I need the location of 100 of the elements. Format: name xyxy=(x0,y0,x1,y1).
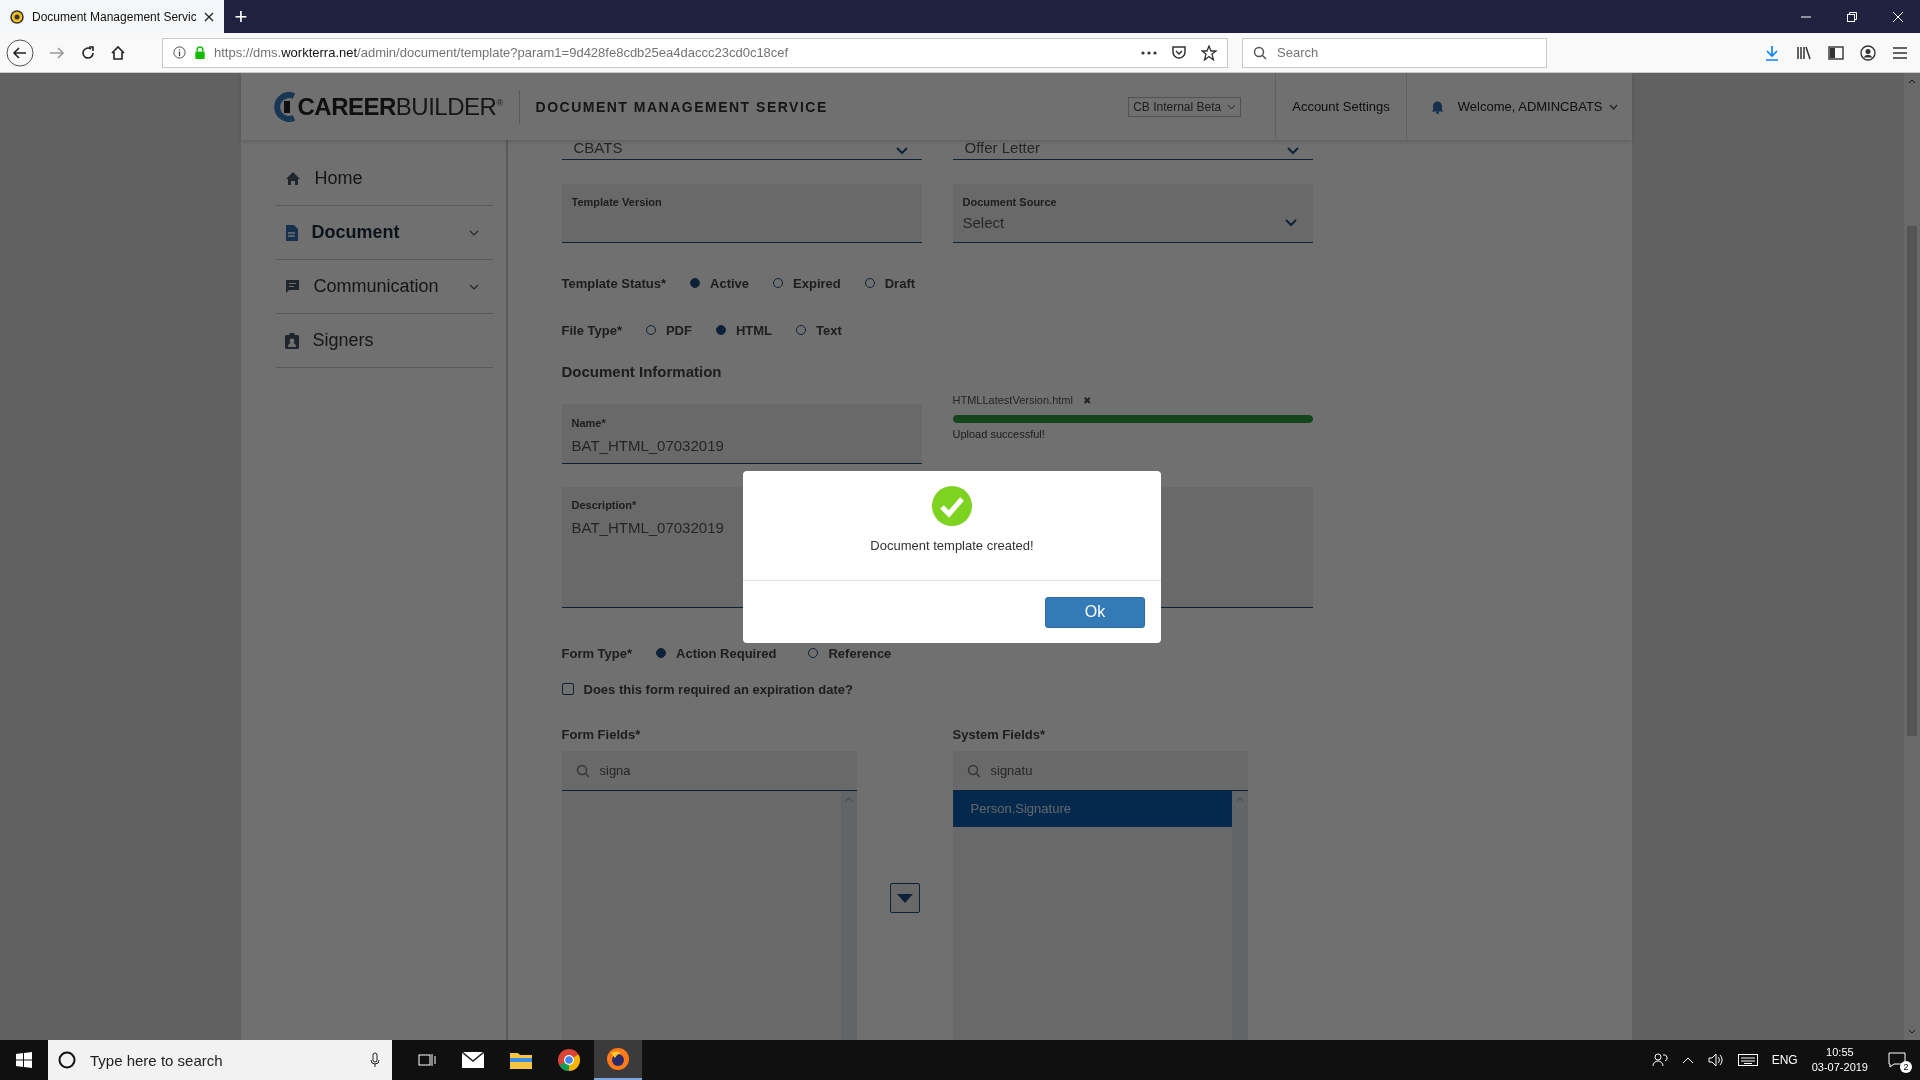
sidebar-icon[interactable] xyxy=(1828,45,1844,60)
field-label: Form Type* xyxy=(561,645,633,661)
chevron-down-icon xyxy=(895,147,908,155)
search-field[interactable]: Search xyxy=(1242,37,1547,68)
id-badge-icon xyxy=(284,332,299,349)
select-field[interactable]: CBATS xyxy=(561,140,922,160)
chrome-icon[interactable] xyxy=(558,1049,580,1071)
user-menu[interactable]: Welcome, ADMINCBATS xyxy=(1457,99,1618,114)
notification-count: 2 xyxy=(1900,1061,1912,1073)
checkbox[interactable] xyxy=(561,683,574,695)
search-input[interactable]: signatu xyxy=(988,762,1248,779)
select-field[interactable]: Offer Letter xyxy=(952,140,1313,160)
search-icon xyxy=(966,763,981,778)
chevron-down-icon xyxy=(1908,1029,1916,1034)
info-icon xyxy=(173,46,186,59)
radio-button[interactable] xyxy=(690,278,700,288)
taskbar-app-button[interactable] xyxy=(594,1040,642,1080)
sidebar-item[interactable]: Signers xyxy=(275,314,493,368)
people-icon[interactable] xyxy=(1651,1052,1668,1068)
more-icon[interactable] xyxy=(1141,50,1157,55)
radio-option[interactable]: Action Required xyxy=(656,645,777,661)
task-view-icon[interactable] xyxy=(418,1052,436,1068)
sidebar-item[interactable]: Document xyxy=(275,206,493,260)
environment-select[interactable]: CB Internal Beta xyxy=(1128,96,1242,117)
search-ring-icon xyxy=(58,1051,76,1069)
search-icon xyxy=(1253,45,1267,60)
chevron-down-icon xyxy=(1286,147,1299,155)
list-item[interactable]: Person.Signature xyxy=(952,791,1232,827)
document-icon xyxy=(284,224,298,241)
clock[interactable]: 10:55 03-07-2019 xyxy=(1811,1045,1868,1075)
radio-button[interactable] xyxy=(715,325,726,335)
browser-tab[interactable]: Document Management Servic xyxy=(0,0,224,33)
close-icon[interactable] xyxy=(204,11,214,22)
name-field[interactable]: Name* BAT_HTML_07032019 xyxy=(561,404,922,464)
radio-option[interactable]: Draft xyxy=(864,275,916,291)
radio-option[interactable]: PDF xyxy=(645,322,692,338)
download-icon[interactable] xyxy=(1764,44,1780,61)
new-tab-button[interactable]: + xyxy=(224,0,258,33)
caret-down-icon xyxy=(896,893,913,903)
microphone-icon[interactable] xyxy=(370,1052,380,1068)
sidebar-item[interactable]: Communication xyxy=(275,260,493,314)
windows-start-icon[interactable] xyxy=(16,1052,32,1068)
search-input[interactable]: Search xyxy=(1275,44,1536,61)
folder-icon[interactable] xyxy=(510,1051,532,1069)
taskbar-search-field[interactable]: Type here to search xyxy=(48,1040,392,1080)
chevron-up-icon xyxy=(1235,797,1244,802)
restore-icon[interactable] xyxy=(1846,10,1858,23)
chat-icon xyxy=(284,279,300,294)
menu-icon[interactable] xyxy=(1892,45,1908,60)
language-indicator[interactable]: ENG xyxy=(1771,1053,1798,1067)
mail-icon[interactable] xyxy=(462,1052,484,1068)
search-input[interactable]: signa xyxy=(597,762,857,779)
speaker-icon[interactable] xyxy=(1707,1053,1724,1067)
scrollbar[interactable] xyxy=(840,791,857,1040)
chevron-up-icon[interactable] xyxy=(1681,1056,1694,1064)
radio-option[interactable]: Text xyxy=(796,322,842,338)
move-down-button[interactable] xyxy=(889,883,920,913)
notification-button[interactable]: 2 xyxy=(1882,1045,1912,1075)
scrollbar[interactable] xyxy=(1231,791,1248,1040)
search-field[interactable]: signa xyxy=(561,751,857,791)
chevron-up-icon xyxy=(844,797,853,802)
address-bar[interactable]: https://dms.workterra.net/admin/document/template?param1=9d428fe8cdb25ea4daccc23cd0c18cef xyxy=(162,37,1228,68)
chevron-down-icon xyxy=(1608,103,1618,110)
browser-icon xyxy=(607,1048,629,1070)
reload-icon[interactable] xyxy=(80,44,96,61)
library-icon[interactable] xyxy=(1796,44,1812,61)
expiration-checkbox[interactable]: Does this form required an expiration date? xyxy=(561,677,1632,701)
site-icon xyxy=(10,9,24,24)
remove-file-button[interactable]: ✖ xyxy=(1082,394,1092,406)
field-label: Form Fields* xyxy=(561,726,642,744)
file-name: HTMLLatestVersion.html xyxy=(952,394,1073,406)
account-icon[interactable] xyxy=(1860,44,1876,61)
template-version-field[interactable]: Template Version xyxy=(561,184,922,243)
document-source-select[interactable]: Document Source Select xyxy=(952,184,1313,243)
star-icon[interactable] xyxy=(1201,44,1217,61)
logo-text: CAREERBUILDER$^{®}$ xyxy=(297,92,503,121)
radio-option[interactable]: Active xyxy=(690,275,750,291)
home-icon xyxy=(284,171,301,186)
service-title: DOCUMENT MANAGEMENT SERVICE xyxy=(535,98,828,115)
home-icon[interactable] xyxy=(110,44,126,61)
search-input[interactable]: Type here to search xyxy=(88,1050,358,1070)
section-title: Document Information xyxy=(561,362,723,382)
back-icon[interactable] xyxy=(6,38,34,67)
page-scrollbar[interactable] xyxy=(1904,73,1920,1040)
radio-option[interactable]: Expired xyxy=(773,275,841,291)
search-icon xyxy=(575,763,590,778)
padlock-icon xyxy=(194,46,206,59)
search-field[interactable]: signatu xyxy=(952,751,1248,791)
pocket-icon[interactable] xyxy=(1171,45,1187,60)
ok-button[interactable]: Ok xyxy=(1045,596,1145,628)
logo-icon xyxy=(273,91,296,122)
radio-option[interactable]: Reference xyxy=(808,645,892,661)
sidebar-item[interactable]: Home xyxy=(275,152,493,206)
message-icon xyxy=(1888,1052,1906,1068)
bell-icon[interactable] xyxy=(1430,99,1444,114)
field-label: System Fields* xyxy=(952,726,1046,744)
radio-button[interactable] xyxy=(656,648,667,658)
keyboard-icon[interactable] xyxy=(1737,1054,1758,1066)
chevron-down-icon xyxy=(1227,103,1237,110)
radio-option[interactable]: HTML xyxy=(715,322,773,338)
